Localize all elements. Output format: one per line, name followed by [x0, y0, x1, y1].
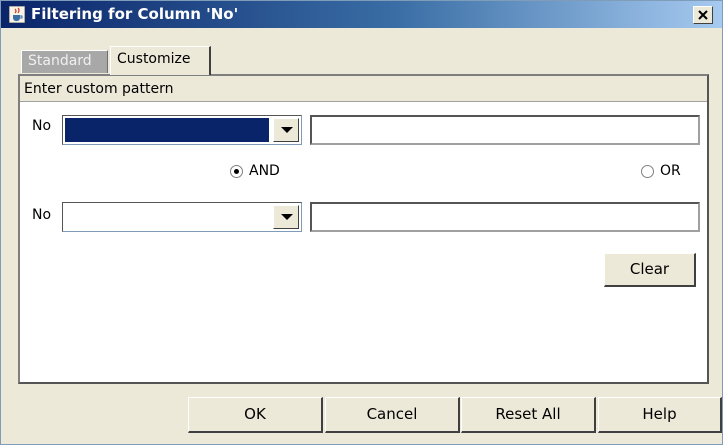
title-bar[interactable]: Filtering for Column 'No' [1, 1, 722, 28]
close-button[interactable] [693, 6, 713, 24]
row2-pattern-input[interactable] [310, 202, 700, 232]
row2-column-label: No [32, 207, 52, 223]
row1-pattern-input[interactable] [310, 115, 700, 145]
and-radio-indicator[interactable] [230, 164, 243, 178]
cancel-button[interactable]: Cancel [325, 397, 460, 433]
row2-operator-dropdown-arrow[interactable] [273, 205, 299, 229]
tab-standard[interactable]: Standard [21, 50, 108, 73]
clear-button[interactable]: Clear [604, 253, 696, 287]
or-radio[interactable]: OR [641, 163, 681, 179]
row1-column-label: No [32, 118, 52, 134]
or-radio-indicator[interactable] [641, 164, 654, 178]
panel-header: Enter custom pattern [20, 76, 707, 102]
row1-operator-dropdown-arrow[interactable] [273, 118, 299, 142]
filter-dialog: Filtering for Column 'No' Standard Custo… [0, 0, 723, 445]
row2-operator-combo[interactable] [62, 202, 302, 232]
window-title: Filtering for Column 'No' [31, 5, 239, 23]
or-radio-label: OR [660, 163, 681, 179]
row2-operator-field[interactable] [65, 205, 269, 229]
java-cup-icon [9, 6, 25, 23]
and-radio-label: AND [249, 163, 280, 179]
and-radio[interactable]: AND [230, 163, 280, 179]
tab-customize[interactable]: Customize [110, 46, 211, 75]
help-button[interactable]: Help [598, 397, 722, 433]
close-icon [698, 10, 708, 20]
ok-button[interactable]: OK [188, 397, 323, 433]
row1-operator-combo[interactable] [62, 115, 302, 145]
reset-all-button[interactable]: Reset All [461, 397, 596, 433]
row1-operator-field[interactable] [65, 118, 269, 142]
